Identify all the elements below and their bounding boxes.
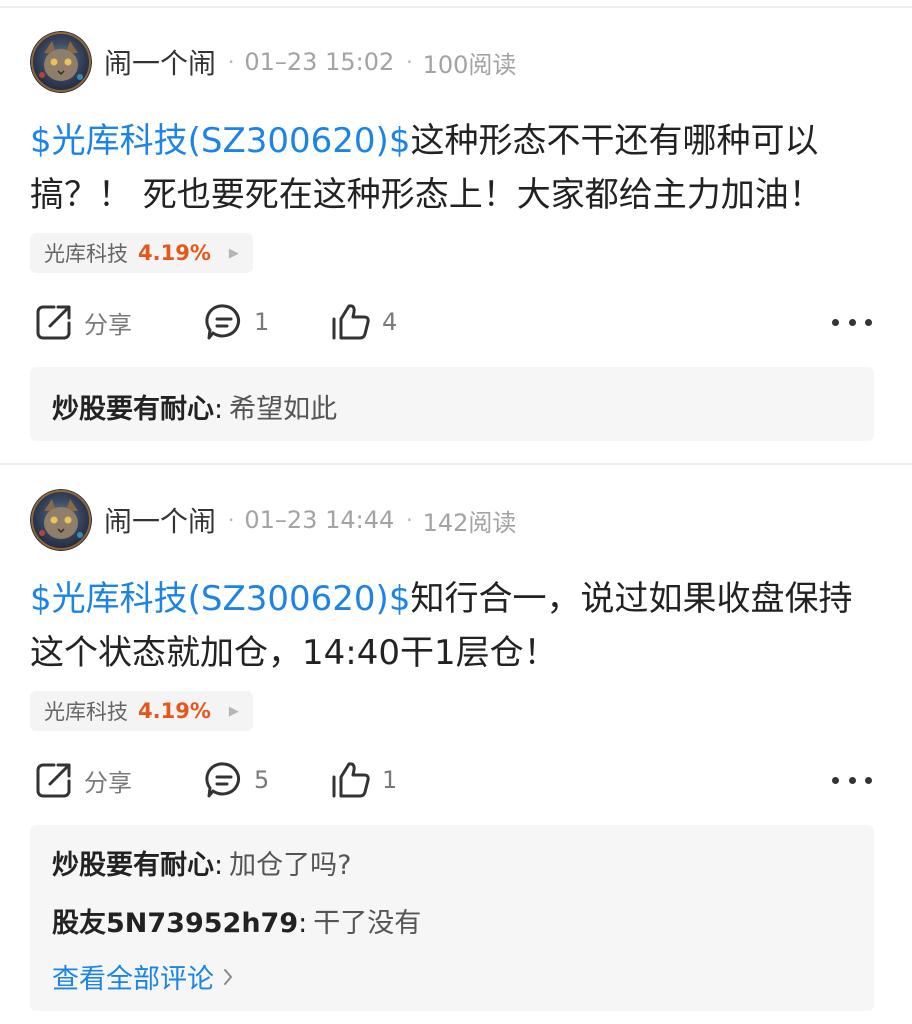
reply-preview-box[interactable]: 炒股要有耐心: 希望如此 bbox=[30, 367, 874, 441]
post-divider bbox=[0, 463, 912, 465]
avatar[interactable] bbox=[30, 489, 92, 551]
read-count: 142阅读 bbox=[422, 508, 517, 537]
reply-item[interactable]: 炒股要有耐心: 希望如此 bbox=[52, 387, 337, 426]
thumbs-up-icon bbox=[332, 304, 370, 340]
view-all-label: 查看全部评论 bbox=[52, 964, 214, 995]
chip-change-percent: 4.19% bbox=[138, 241, 211, 265]
post-body[interactable]: $光库科技(SZ300620)$这种形态不干还有哪种可以搞？！ 死也要死在这种形… bbox=[30, 114, 880, 222]
reply-text: 希望如此 bbox=[229, 394, 338, 425]
reply-item[interactable]: 炒股要有耐心: 加仓了吗? bbox=[52, 843, 351, 882]
chip-stock-name: 光库科技 bbox=[44, 242, 128, 266]
chip-change-percent: 4.19% bbox=[138, 699, 211, 723]
view-all-comments-link[interactable]: 查看全部评论 bbox=[52, 957, 234, 996]
share-icon bbox=[36, 763, 71, 798]
post-time: 01–23 14:44 bbox=[244, 506, 395, 534]
more-dots-icon[interactable] bbox=[832, 307, 872, 337]
post-card[interactable]: 闹一个闹 · 01–23 14:44 · 142阅读 $光库科技(SZ30062… bbox=[0, 488, 912, 1018]
reply-author[interactable]: 炒股要有耐心 bbox=[52, 394, 214, 425]
share-icon bbox=[36, 305, 71, 340]
post-header: 闹一个闹 · 01–23 15:02 · 100阅读 bbox=[30, 30, 516, 94]
meta-separator: · bbox=[406, 50, 413, 74]
comment-count: 5 bbox=[254, 766, 270, 794]
triangle-right-icon: ▶ bbox=[228, 703, 239, 719]
reply-preview-box[interactable]: 炒股要有耐心: 加仓了吗? 股友5N73952h79: 干了没有 查看全部评论 bbox=[30, 825, 874, 1011]
comment-button[interactable]: 5 bbox=[204, 758, 269, 802]
author-name[interactable]: 闹一个闹 bbox=[104, 500, 216, 540]
stock-chip[interactable]: 光库科技 4.19% ▶ bbox=[30, 233, 253, 273]
post-time: 01–23 15:02 bbox=[244, 48, 395, 76]
like-button[interactable]: 1 bbox=[330, 758, 397, 802]
stock-tag-link[interactable]: $光库科技(SZ300620)$ bbox=[30, 121, 410, 161]
read-count: 100阅读 bbox=[422, 50, 517, 79]
author-name[interactable]: 闹一个闹 bbox=[104, 42, 216, 82]
stock-tag-link[interactable]: $光库科技(SZ300620)$ bbox=[30, 579, 410, 619]
reply-item[interactable]: 股友5N73952h79: 干了没有 bbox=[52, 901, 421, 940]
like-count: 4 bbox=[382, 308, 398, 336]
meta-separator: · bbox=[406, 508, 413, 532]
share-label: 分享 bbox=[84, 310, 132, 339]
chip-stock-name: 光库科技 bbox=[44, 700, 128, 724]
comment-count: 1 bbox=[254, 308, 270, 336]
like-count: 1 bbox=[382, 766, 398, 794]
like-button[interactable]: 4 bbox=[330, 300, 397, 344]
comment-icon bbox=[205, 304, 240, 340]
share-label: 分享 bbox=[84, 768, 132, 797]
reply-text: 加仓了吗? bbox=[229, 850, 352, 881]
stock-chip[interactable]: 光库科技 4.19% ▶ bbox=[30, 691, 253, 731]
thumbs-up-icon bbox=[332, 762, 370, 798]
triangle-right-icon: ▶ bbox=[228, 245, 239, 261]
share-button[interactable]: 分享 bbox=[34, 300, 132, 344]
reply-author[interactable]: 炒股要有耐心 bbox=[52, 850, 214, 881]
comment-button[interactable]: 1 bbox=[204, 300, 269, 344]
meta-separator: · bbox=[228, 50, 235, 74]
reply-text: 干了没有 bbox=[313, 908, 422, 939]
meta-separator: · bbox=[228, 508, 235, 532]
avatar[interactable] bbox=[30, 31, 92, 93]
post-card[interactable]: 闹一个闹 · 01–23 15:02 · 100阅读 $光库科技(SZ30062… bbox=[0, 30, 912, 450]
comment-icon bbox=[205, 762, 240, 798]
more-dots-icon[interactable] bbox=[832, 765, 872, 795]
reply-author[interactable]: 股友5N73952h79 bbox=[52, 908, 298, 939]
share-button[interactable]: 分享 bbox=[34, 758, 132, 802]
top-divider bbox=[0, 6, 912, 8]
post-body[interactable]: $光库科技(SZ300620)$知行合一，说过如果收盘保持这个状态就加仓，14:… bbox=[30, 572, 880, 680]
chevron-right-icon bbox=[224, 968, 232, 985]
post-header: 闹一个闹 · 01–23 14:44 · 142阅读 bbox=[30, 488, 516, 552]
